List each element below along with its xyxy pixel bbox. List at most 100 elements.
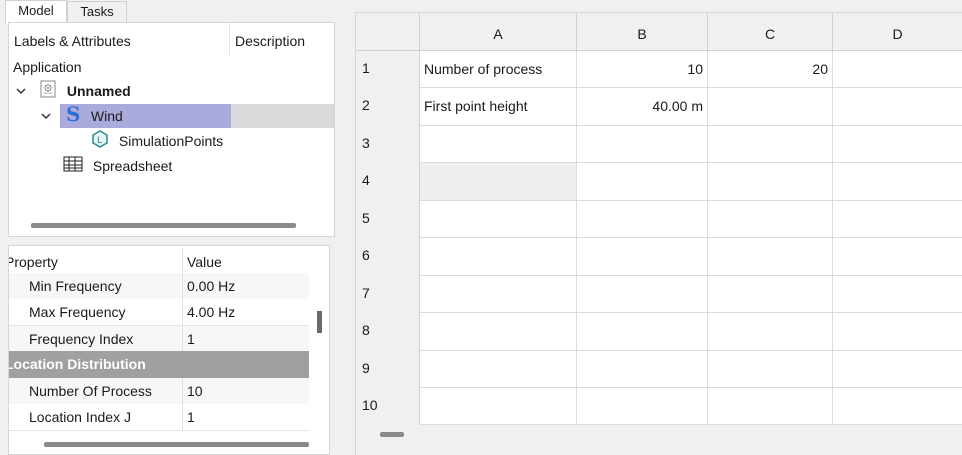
spreadsheet-corner[interactable] bbox=[356, 13, 420, 51]
tree-header-description[interactable]: Description bbox=[235, 33, 305, 49]
cell-a4[interactable] bbox=[420, 163, 577, 201]
spreadsheet-horizontal-scrollbar-thumb[interactable] bbox=[380, 432, 404, 437]
property-horizontal-scrollbar[interactable] bbox=[44, 442, 309, 447]
svg-text:S: S bbox=[66, 104, 80, 124]
cell-d5[interactable] bbox=[833, 201, 962, 238]
property-divider bbox=[182, 273, 183, 299]
cell-c6[interactable] bbox=[708, 238, 833, 276]
column-header-d[interactable]: D bbox=[833, 13, 962, 51]
tree-horizontal-scrollbar[interactable] bbox=[31, 223, 296, 228]
chevron-down-icon[interactable] bbox=[14, 79, 28, 103]
cell-a2[interactable]: First point height bbox=[420, 88, 577, 126]
row-header-8[interactable]: 8 bbox=[356, 313, 420, 351]
tab-tasks[interactable]: Tasks bbox=[67, 1, 127, 22]
cell-d3[interactable] bbox=[833, 126, 962, 163]
cell-b3[interactable] bbox=[577, 126, 708, 163]
cell-a10[interactable] bbox=[420, 388, 577, 425]
chevron-down-icon[interactable] bbox=[39, 104, 53, 128]
model-tree-panel: Labels & Attributes Description Applicat… bbox=[8, 22, 335, 237]
row-header-2[interactable]: 2 bbox=[356, 88, 420, 126]
property-vertical-scrollbar[interactable] bbox=[317, 311, 322, 333]
cell-d4[interactable] bbox=[833, 163, 962, 201]
cell-c8[interactable] bbox=[708, 313, 833, 351]
property-row-number-of-process[interactable]: Number Of Process 10 bbox=[9, 378, 309, 405]
table-icon bbox=[63, 155, 83, 179]
property-row-frequency-index[interactable]: Frequency Index 1 bbox=[9, 326, 309, 353]
cell-b4[interactable] bbox=[577, 163, 708, 201]
row-header-5[interactable]: 5 bbox=[356, 201, 420, 238]
property-row-max-frequency[interactable]: Max Frequency 4.00 Hz bbox=[9, 299, 309, 326]
cell-d10[interactable] bbox=[833, 388, 962, 425]
cell-d7[interactable] bbox=[833, 276, 962, 313]
cell-c4[interactable] bbox=[708, 163, 833, 201]
cell-b8[interactable] bbox=[577, 313, 708, 351]
column-header-a[interactable]: A bbox=[420, 13, 577, 51]
spreadsheet-horizontal-scrollbar-track[interactable] bbox=[356, 425, 962, 455]
cell-a3[interactable] bbox=[420, 126, 577, 163]
cell-c2[interactable] bbox=[708, 88, 833, 126]
property-value: 0.00 Hz bbox=[187, 278, 236, 294]
cell-d6[interactable] bbox=[833, 238, 962, 276]
location-hexagon-icon: L bbox=[91, 129, 109, 155]
cell-b7[interactable] bbox=[577, 276, 708, 313]
property-value: 1 bbox=[187, 331, 195, 347]
cell-b1[interactable]: 10 bbox=[577, 51, 708, 88]
cell-b2[interactable]: 40.00 m bbox=[577, 88, 708, 126]
property-value: 4.00 Hz bbox=[187, 304, 236, 320]
property-row-location-index-j[interactable]: Location Index J 1 bbox=[9, 404, 309, 431]
svg-text:L: L bbox=[97, 136, 102, 146]
cell-d8[interactable] bbox=[833, 313, 962, 351]
tree-item-wind[interactable]: S Wind bbox=[65, 102, 123, 128]
property-group-location-distribution[interactable]: Location Distribution bbox=[9, 351, 309, 378]
tree-item-spreadsheet[interactable]: Spreadsheet bbox=[63, 154, 172, 178]
property-panel: Property Value Min Frequency 0.00 Hz Max… bbox=[8, 245, 330, 455]
property-header-divider bbox=[182, 248, 183, 276]
cell-c9[interactable] bbox=[708, 351, 833, 388]
value-header-label[interactable]: Value bbox=[187, 248, 222, 276]
column-header-b[interactable]: B bbox=[577, 13, 708, 51]
cell-d9[interactable] bbox=[833, 351, 962, 388]
property-header-label[interactable]: Property bbox=[9, 248, 58, 276]
row-header-3[interactable]: 3 bbox=[356, 126, 420, 163]
cell-c5[interactable] bbox=[708, 201, 833, 238]
cell-b9[interactable] bbox=[577, 351, 708, 388]
cell-d1[interactable] bbox=[833, 51, 962, 88]
tree-item-unnamed[interactable]: Unnamed bbox=[39, 79, 131, 103]
tree-header-labels[interactable]: Labels & Attributes bbox=[14, 33, 131, 49]
cell-c1[interactable]: 20 bbox=[708, 51, 833, 88]
tree-item-simulationpoints-label: SimulationPoints bbox=[118, 133, 224, 149]
tab-model[interactable]: Model bbox=[5, 0, 67, 23]
spreadsheet-view: A B C D 1 2 3 4 5 6 7 8 9 10 Number of p… bbox=[355, 12, 962, 455]
cell-c3[interactable] bbox=[708, 126, 833, 163]
property-key: Frequency Index bbox=[29, 331, 134, 347]
tree-item-wind-label: Wind bbox=[90, 108, 123, 125]
row-header-9[interactable]: 9 bbox=[356, 351, 420, 388]
cell-a1[interactable]: Number of process bbox=[420, 51, 577, 88]
cell-b10[interactable] bbox=[577, 388, 708, 425]
row-header-1[interactable]: 1 bbox=[356, 51, 420, 88]
row-header-6[interactable]: 6 bbox=[356, 238, 420, 276]
cell-a8[interactable] bbox=[420, 313, 577, 351]
property-row-min-frequency[interactable]: Min Frequency 0.00 Hz bbox=[9, 273, 309, 300]
tree-item-simulationpoints[interactable]: L SimulationPoints bbox=[91, 129, 223, 153]
cell-b6[interactable] bbox=[577, 238, 708, 276]
cell-d2[interactable] bbox=[833, 88, 962, 126]
tab-model-label: Model bbox=[18, 3, 54, 18]
cell-b5[interactable] bbox=[577, 201, 708, 238]
cell-a6[interactable] bbox=[420, 238, 577, 276]
cell-a9[interactable] bbox=[420, 351, 577, 388]
cell-a5[interactable] bbox=[420, 201, 577, 238]
document-icon bbox=[39, 80, 57, 105]
property-key: Min Frequency bbox=[29, 278, 122, 294]
property-value: 10 bbox=[187, 383, 203, 399]
row-header-4[interactable]: 4 bbox=[356, 163, 420, 201]
cell-a7[interactable] bbox=[420, 276, 577, 313]
property-divider bbox=[182, 404, 183, 430]
property-divider bbox=[182, 378, 183, 404]
column-header-c[interactable]: C bbox=[708, 13, 833, 51]
tree-header: Labels & Attributes Description bbox=[9, 23, 334, 55]
cell-c7[interactable] bbox=[708, 276, 833, 313]
row-header-10[interactable]: 10 bbox=[356, 388, 420, 425]
cell-c10[interactable] bbox=[708, 388, 833, 425]
row-header-7[interactable]: 7 bbox=[356, 276, 420, 313]
